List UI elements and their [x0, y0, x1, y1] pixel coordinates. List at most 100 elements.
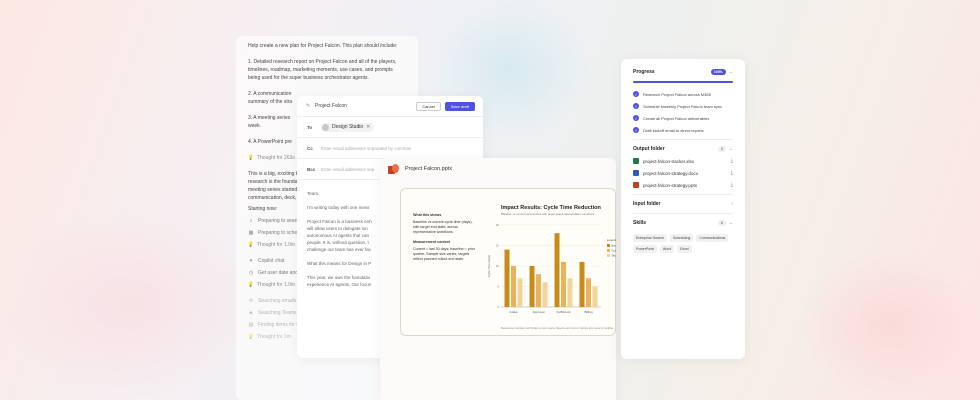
powerpoint-viewer: Project Falcon.pptx What this shows Base…	[380, 158, 616, 400]
legend-label: Target	[612, 254, 617, 258]
prompt-intro: Help create a new plan for Project Falco…	[248, 43, 398, 49]
bar-current	[586, 278, 591, 307]
save-draft-button[interactable]: Save draft	[444, 101, 475, 111]
to-field[interactable]: To Design Studio ✕	[297, 116, 483, 137]
lightbulb-icon: 💡	[247, 334, 255, 340]
powerpoint-icon	[388, 163, 399, 175]
x-tick-label: Approval	[533, 310, 545, 314]
progress-percent-badge: 100%	[710, 69, 726, 75]
legend-label: Current	[612, 249, 617, 253]
file-list: project-falcon-tracker.xlsx ⤓ project-falc…	[633, 158, 733, 188]
legend-swatch	[607, 244, 610, 247]
cc-placeholder: Enter email addresses separated by comma…	[321, 145, 412, 151]
bar-target	[567, 278, 573, 307]
task-list: ✓ Research Project Falcon across M365 ✓ Sch…	[633, 91, 733, 133]
task-item: ✓ Create all Project Falcon deliverables	[633, 115, 733, 121]
skill-chip[interactable]: Enterprise Search	[633, 234, 668, 242]
skill-chip[interactable]: Excel	[677, 245, 692, 253]
skills-count-badge: 6	[717, 220, 726, 226]
cycle-time-chart: Impact Results: Cycle Time Reduction Base…	[487, 205, 617, 330]
progress-panel: Progress 100% ⌄ ✓ Research Project Falcon…	[621, 59, 745, 359]
file-name: project-falcon-strategy.pptx	[643, 182, 697, 188]
bar-target	[592, 286, 598, 307]
background-glow	[800, 250, 980, 400]
chart-title: Impact Results: Cycle Time Reduction	[501, 205, 601, 211]
lightbulb-icon: 💡	[247, 242, 255, 248]
recipient-chip[interactable]: Design Studio ✕	[321, 122, 375, 132]
email-title: Project Falcon	[315, 103, 347, 109]
document-icon: ▤	[248, 322, 254, 328]
task-item: ✓ Schedule biweekly Project Falcon team s…	[633, 103, 733, 109]
skills-header[interactable]: Skills 6 ⌄	[633, 220, 733, 226]
progress-header[interactable]: Progress 100% ⌄	[633, 69, 733, 75]
download-icon[interactable]: ⤓	[731, 170, 733, 176]
download-icon[interactable]: ⤓	[731, 182, 733, 188]
bar-baseline	[554, 233, 560, 307]
progress-bar	[633, 81, 733, 83]
y-tick-label: 5	[497, 285, 499, 289]
chevron-down-icon[interactable]: ⌄	[729, 146, 733, 152]
file-name: project-falcon-strategy.docx	[643, 170, 698, 176]
x-tick-label: Fulfillment	[557, 310, 571, 314]
checkmark-icon: ✓	[633, 127, 639, 133]
skills-list: Enterprise Search Scheduling Communication…	[633, 234, 733, 253]
mail-icon: ✉	[248, 298, 254, 304]
viewer-header: Project Falcon.pptx	[380, 158, 616, 180]
close-icon[interactable]: ✕	[366, 124, 370, 130]
y-axis-label: Cycle Time (days)	[487, 255, 491, 277]
file-item[interactable]: project-falcon-tracker.xlsx ⤓	[633, 158, 733, 164]
y-tick-label: 20	[496, 223, 500, 227]
lightbulb-icon: 💡	[247, 282, 255, 288]
task-label: Research Project Falcon across M365	[643, 91, 711, 97]
cancel-button[interactable]: Cancel	[416, 101, 441, 111]
task-label: Create all Project Falcon deliverables	[643, 115, 710, 121]
checkmark-icon: ✓	[633, 115, 639, 121]
chevron-right-icon[interactable]: ›	[731, 201, 733, 207]
file-item[interactable]: project-falcon-strategy.pptx ⤓	[633, 182, 733, 188]
output-folder-header[interactable]: Output folder 3 ⌄	[633, 146, 733, 152]
bar-baseline	[529, 266, 535, 307]
bar-target	[542, 282, 548, 307]
prompt-item-1: 1. Detailed research report on Project F…	[248, 59, 397, 81]
slide-preview[interactable]: What this shows Baseline vs current cycl…	[400, 188, 616, 336]
task-label: Draft kickoff email to direct reports	[643, 127, 704, 133]
clock-icon: ◷	[248, 270, 254, 276]
lightbulb-icon: 💡	[247, 155, 255, 161]
legend-label: Baseline	[612, 244, 617, 248]
x-tick-label: Billing	[584, 310, 592, 314]
download-icon[interactable]: ⤓	[731, 158, 733, 164]
y-tick-label: 15	[496, 244, 500, 248]
copilot-icon: ✦	[248, 258, 254, 264]
input-folder-header[interactable]: Input folder ›	[633, 201, 733, 207]
compose-icon: ✎	[305, 103, 311, 109]
skill-chip[interactable]: Communications	[696, 234, 729, 242]
bar-current	[536, 274, 541, 307]
cc-field[interactable]: Cc Enter email addresses separated by co…	[297, 137, 483, 158]
bcc-label: Bcc	[307, 166, 316, 172]
skill-chip[interactable]: Word	[659, 245, 675, 253]
avatar	[322, 123, 329, 131]
legend-swatch	[607, 254, 610, 257]
checkmark-icon: ✓	[633, 91, 639, 97]
legend-title: Legend	[607, 238, 616, 242]
email-header: ✎ Project Falcon Cancel Save draft	[297, 96, 483, 116]
skill-chip[interactable]: Scheduling	[670, 234, 694, 242]
task-label: Schedule biweekly Project Falcon team sy…	[643, 103, 723, 109]
file-icon	[633, 170, 639, 176]
file-icon	[633, 182, 639, 188]
search-icon: ⌕	[249, 218, 253, 224]
bar-current	[511, 266, 516, 307]
bar-baseline	[579, 261, 585, 307]
file-icon	[633, 158, 639, 164]
viewer-filename: Project Falcon.pptx	[405, 166, 453, 172]
x-tick-label: Intake	[509, 310, 518, 314]
chevron-down-icon[interactable]: ⌄	[729, 220, 733, 226]
bcc-placeholder: Enter email addresses sep	[321, 166, 375, 172]
legend-swatch	[607, 249, 610, 252]
chevron-down-icon[interactable]: ⌄	[729, 69, 733, 75]
background-glow	[0, 210, 260, 400]
file-item[interactable]: project-falcon-strategy.docx ⤓	[633, 170, 733, 176]
skill-chip[interactable]: PowerPoint	[633, 245, 657, 253]
cc-label: Cc	[307, 145, 313, 151]
output-count-badge: 3	[717, 146, 726, 152]
